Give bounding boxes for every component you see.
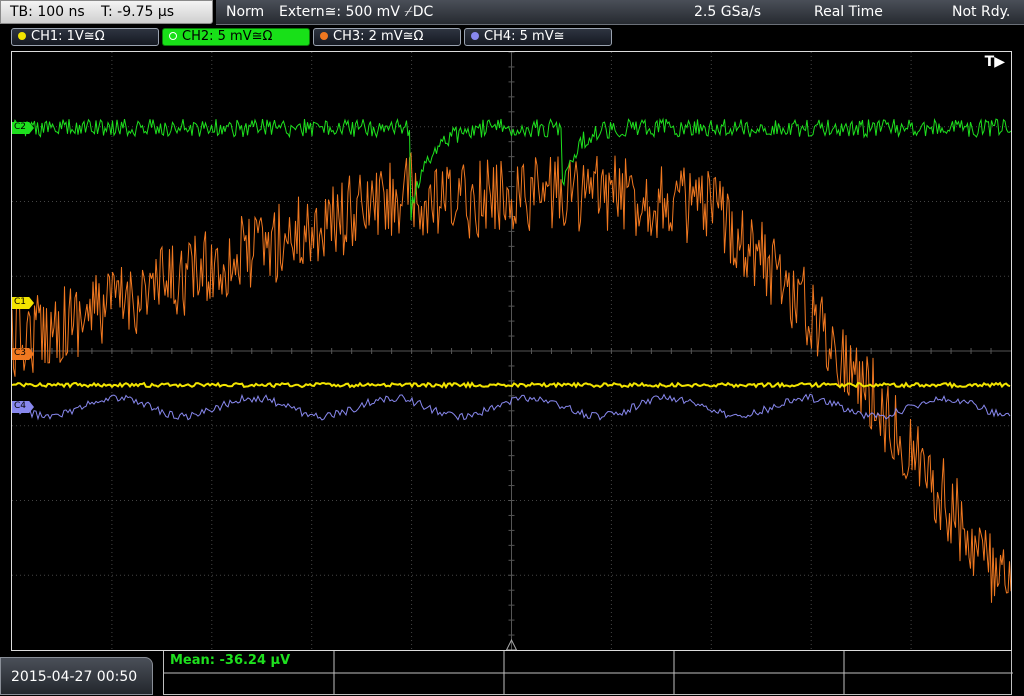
channel-tab-ch4[interactable]: CH4: 5 mV≅	[464, 28, 612, 46]
waveform-grid	[12, 52, 1011, 650]
measurement-panel[interactable]: Mean: -36.24 µV	[163, 651, 1013, 695]
channel-label: CH4: 5 mV≅	[484, 29, 565, 44]
channel-tab-ch1[interactable]: CH1: 1V≅Ω	[11, 28, 159, 46]
trigger-time-label: T: -9.75 µs	[101, 4, 175, 20]
waveform-display[interactable]: C2 C1 C3 C4 T▶	[11, 51, 1012, 651]
bottom-bar: 2015-04-27 00:50 Mean: -36.24 µV	[0, 651, 1024, 695]
channel-dot-icon	[320, 32, 328, 40]
trigger-position-icon: T▶	[984, 54, 1005, 70]
measurement-grid	[164, 651, 1013, 695]
channel-label: CH3: 2 mV≅Ω	[333, 29, 424, 44]
datetime-display: 2015-04-27 00:50	[0, 657, 153, 695]
channel-tabs: CH1: 1V≅Ω CH2: 5 mV≅Ω CH3: 2 mV≅Ω CH4: 5…	[0, 25, 1024, 49]
acquisition-mode-label: Real Time	[814, 4, 883, 20]
channel-dot-icon	[471, 32, 479, 40]
acquisition-strip[interactable]: Norm Extern≅: 500 mV ⌿DC 2.5 GSa/s Real …	[216, 0, 1024, 25]
timebase-box[interactable]: TB: 100 ns T: -9.75 µs	[0, 0, 213, 24]
mean-measurement: Mean: -36.24 µV	[170, 653, 291, 668]
timebase-label: TB: 100 ns	[10, 4, 85, 20]
run-state-label: Not Rdy.	[952, 4, 1011, 20]
channel-tab-ch3[interactable]: CH3: 2 mV≅Ω	[313, 28, 461, 46]
trigger-source-label: Extern≅: 500 mV ⌿DC	[279, 4, 434, 20]
channel-dot-icon	[169, 32, 177, 40]
status-bar: TB: 100 ns T: -9.75 µs Norm Extern≅: 500…	[0, 0, 1024, 25]
channel-label: CH2: 5 mV≅Ω	[182, 29, 273, 44]
channel-tab-ch2[interactable]: CH2: 5 mV≅Ω	[162, 28, 310, 46]
trigger-mode-label: Norm	[226, 4, 265, 20]
channel-label: CH1: 1V≅Ω	[31, 29, 105, 44]
channel-dot-icon	[18, 32, 26, 40]
sample-rate-label: 2.5 GSa/s	[694, 4, 762, 20]
